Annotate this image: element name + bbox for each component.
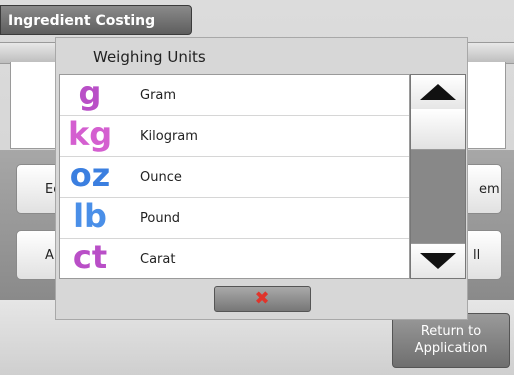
carat-icon: ct [72,238,108,276]
return-button-line1: Return to [420,324,482,339]
unit-row-pound[interactable]: lb Pound [60,198,409,239]
unit-label: Pound [140,211,181,226]
unit-row-kilogram[interactable]: kg Kilogram [60,116,409,157]
unit-row-gram[interactable]: g Gram [60,75,409,116]
app-title: Ingredient Costing [0,5,192,35]
triangle-up-icon [420,84,456,100]
pound-icon: lb [73,197,107,235]
scroll-up-button[interactable] [411,75,465,110]
unit-label: Kilogram [140,129,198,144]
unit-row-carat[interactable]: ct Carat [60,239,409,280]
right-top-button-label: em [479,182,500,197]
ounce-icon: oz [69,156,111,194]
dialog-title: Weighing Units [93,48,206,66]
return-button-line2: Application [414,341,488,356]
left-bottom-button-label: A [45,248,54,263]
kilogram-icon: kg [68,115,113,153]
scroll-down-button[interactable] [411,243,465,278]
triangle-down-icon [420,253,456,269]
units-scrollbar[interactable] [410,74,466,279]
weighing-units-dialog: Weighing Units g Gram kg Kilogram oz Oun… [55,37,468,320]
return-to-application-button[interactable]: Return to Application [392,313,510,368]
unit-label: Carat [140,252,176,267]
units-list: g Gram kg Kilogram oz Ounce lb Pound ct … [59,74,410,279]
cancel-button[interactable]: ✖ [214,286,311,312]
unit-row-ounce[interactable]: oz Ounce [60,157,409,198]
gram-icon: g [78,74,102,112]
unit-label: Gram [140,88,177,103]
close-x-icon: ✖ [254,288,270,309]
scroll-thumb[interactable] [411,109,465,150]
right-bottom-button-label: ll [473,248,481,263]
unit-label: Ounce [140,170,182,185]
